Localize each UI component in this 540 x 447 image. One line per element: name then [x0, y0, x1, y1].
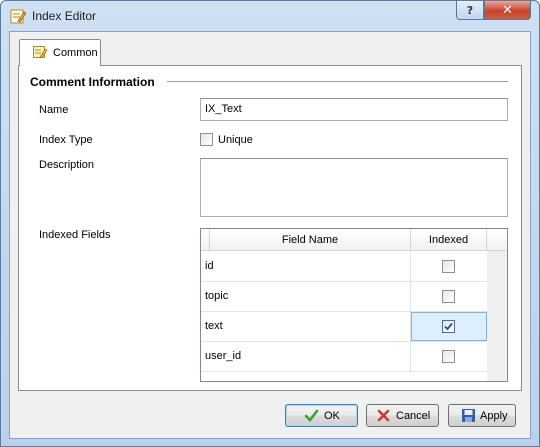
section-divider — [167, 81, 508, 82]
grid-header: Field Name Indexed — [201, 229, 507, 251]
indexed-cell — [411, 252, 487, 281]
help-icon: ? — [466, 3, 474, 17]
tab-common[interactable]: Common — [19, 39, 101, 66]
close-button[interactable]: ✕ — [484, 1, 531, 20]
indexed-checkbox[interactable] — [442, 290, 455, 303]
field-name-cell: user_id — [201, 342, 411, 371]
indexed-checkbox[interactable] — [442, 320, 455, 333]
column-header-indexed[interactable]: Indexed — [411, 229, 487, 251]
ok-label: OK — [324, 410, 340, 422]
field-name-cell: id — [201, 252, 411, 281]
title-bar[interactable]: Index Editor ? ✕ — [1, 1, 539, 31]
edit-sheet-icon — [10, 9, 26, 24]
apply-button[interactable]: Apply — [448, 404, 516, 427]
description-label: Description — [39, 159, 95, 171]
indexed-cell — [411, 282, 487, 311]
save-icon — [462, 409, 475, 422]
table-row[interactable]: topic — [201, 282, 487, 312]
edit-sheet-icon — [33, 46, 47, 58]
indexed-fields-label: Indexed Fields — [39, 229, 111, 241]
grid-corner-cell — [201, 229, 210, 251]
name-field[interactable]: IX_Text — [200, 98, 508, 121]
unique-checkbox[interactable] — [200, 133, 213, 146]
window-title: Index Editor — [32, 9, 97, 23]
field-name-cell: topic — [201, 282, 411, 311]
name-label: Name — [39, 104, 69, 116]
column-header-label: Indexed — [428, 234, 469, 246]
grid-empty-area — [487, 251, 507, 381]
field-name-cell: text — [201, 312, 411, 341]
column-header-label: Field Name — [281, 234, 339, 246]
close-icon: ✕ — [502, 2, 513, 18]
description-field[interactable] — [200, 158, 508, 217]
checkmark-icon — [304, 409, 319, 422]
index-type-label: Index Type — [39, 134, 93, 146]
indexed-checkbox[interactable] — [442, 350, 455, 363]
table-row[interactable]: user_id — [201, 342, 487, 372]
cancel-button[interactable]: Cancel — [366, 404, 439, 427]
unique-label[interactable]: Unique — [218, 134, 253, 146]
indexed-fields-grid[interactable]: Field Name Indexed id topic text user_id — [200, 228, 508, 382]
indexed-cell — [411, 342, 487, 371]
cancel-icon — [377, 409, 390, 422]
ok-button[interactable]: OK — [285, 404, 358, 427]
apply-label: Apply — [480, 410, 508, 422]
cancel-label: Cancel — [396, 410, 431, 422]
table-row[interactable]: id — [201, 252, 487, 282]
column-header-field-name[interactable]: Field Name — [210, 229, 411, 251]
indexed-cell-selected — [411, 312, 487, 341]
indexed-checkbox[interactable] — [442, 260, 455, 273]
checkmark-icon — [444, 322, 453, 331]
section-title: Comment Information — [30, 75, 155, 89]
table-row[interactable]: text — [201, 312, 487, 342]
tab-common-label: Common — [53, 47, 98, 59]
help-button[interactable]: ? — [456, 1, 484, 20]
name-value: IX_Text — [205, 103, 242, 115]
